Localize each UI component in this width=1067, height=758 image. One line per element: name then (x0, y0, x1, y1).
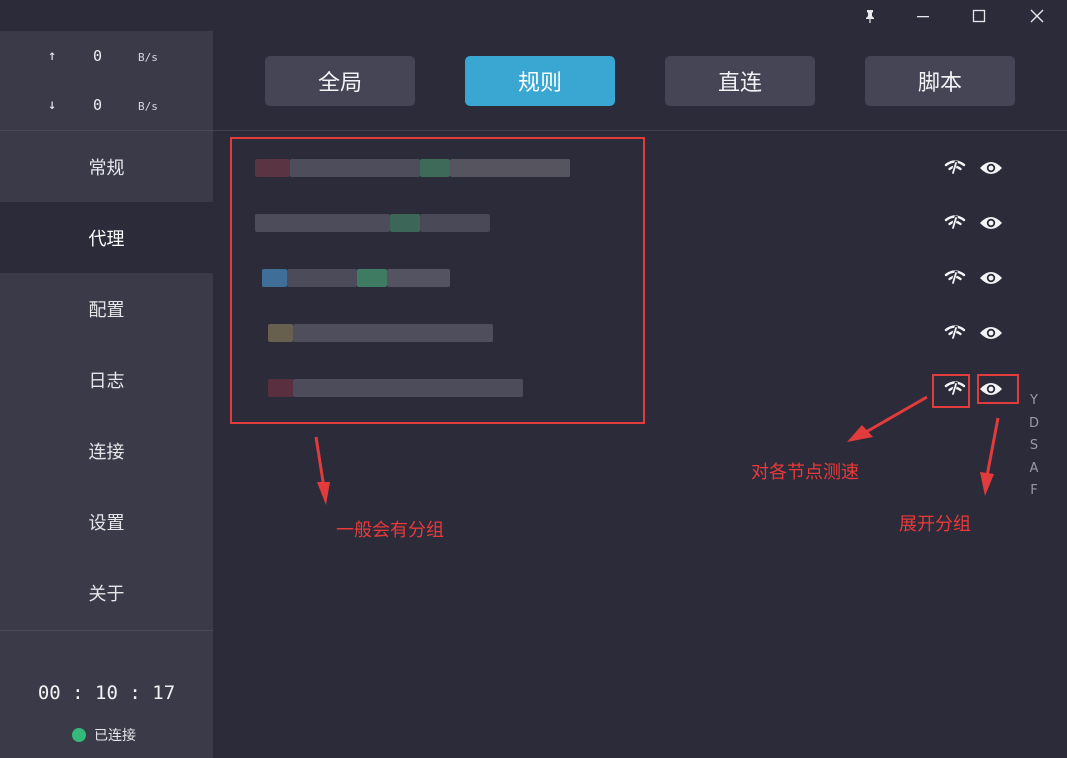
sidebar-item-settings[interactable]: 设置 (0, 486, 213, 557)
sidebar: ↑ 0 B/s ↓ 0 B/s 常规 代理 配置 日志 连接 设置 关于 00 … (0, 31, 213, 758)
sidebar-divider (0, 630, 213, 631)
connection-status-label: 已连接 (94, 728, 136, 744)
annotation-arrow (980, 472, 994, 496)
speedtest-icon[interactable] (940, 208, 970, 238)
group-actions (940, 318, 1010, 348)
mode-global-button[interactable]: 全局 (265, 56, 415, 106)
status-dot-icon (72, 728, 86, 742)
annotation-arrow (985, 417, 1000, 477)
mode-rule-button[interactable]: 规则 (465, 56, 615, 106)
speedtest-annotation: 对各节点测速 (751, 462, 859, 483)
annotation-arrow (865, 395, 928, 434)
eye-icon[interactable] (976, 318, 1006, 348)
sidebar-item-connections[interactable]: 连接 (0, 415, 213, 486)
upload-speed: ↑ 0 B/s (0, 42, 213, 72)
connection-timer: 00 : 10 : 17 (37, 682, 176, 704)
download-arrow-icon: ↓ (48, 97, 57, 113)
group-actions (940, 208, 1010, 238)
annotation-arrow (314, 436, 326, 489)
upload-arrow-icon: ↑ (48, 48, 57, 64)
speedtest-icon[interactable] (940, 318, 970, 348)
group-actions (940, 153, 1010, 183)
speedtest-icon[interactable] (940, 153, 970, 183)
annotation-arrow (847, 425, 873, 442)
pin-icon[interactable] (852, 0, 888, 31)
index-letter[interactable]: S (1024, 435, 1044, 458)
sidebar-item-logs[interactable]: 日志 (0, 344, 213, 415)
sidebar-item-about[interactable]: 关于 (0, 557, 213, 628)
upload-unit: B/s (138, 51, 158, 64)
speedtest-icon[interactable] (940, 263, 970, 293)
close-icon[interactable] (1019, 0, 1055, 31)
sidebar-item-proxy[interactable]: 代理 (0, 202, 213, 273)
eye-icon[interactable] (976, 153, 1006, 183)
annotation-arrow (317, 482, 330, 505)
expand-annotation: 展开分组 (899, 514, 971, 535)
index-letter[interactable]: A (1024, 458, 1044, 481)
download-value: 0 (93, 96, 103, 114)
group-actions (940, 263, 1010, 293)
main-divider (213, 130, 1067, 131)
download-unit: B/s (138, 100, 158, 113)
sidebar-item-general[interactable]: 常规 (0, 131, 213, 202)
speedtest-highlight-box (932, 374, 970, 408)
maximize-icon[interactable] (961, 0, 997, 31)
connection-status: 已连接 (72, 725, 136, 745)
index-letter[interactable]: Y (1024, 390, 1044, 413)
minimize-icon[interactable] (905, 0, 941, 31)
index-letter[interactable]: F (1024, 480, 1044, 503)
title-bar (0, 0, 1067, 31)
sidebar-item-profiles[interactable]: 配置 (0, 273, 213, 344)
eye-icon[interactable] (976, 208, 1006, 238)
eye-icon[interactable] (976, 263, 1006, 293)
index-letter[interactable]: D (1024, 413, 1044, 436)
expand-highlight-box (977, 374, 1019, 404)
groups-highlight-box (230, 137, 645, 424)
upload-value: 0 (93, 47, 103, 65)
download-speed: ↓ 0 B/s (0, 91, 213, 121)
groups-annotation: 一般会有分组 (336, 520, 444, 541)
alphabet-index: Y D S A F (1024, 390, 1044, 503)
mode-script-button[interactable]: 脚本 (865, 56, 1015, 106)
mode-direct-button[interactable]: 直连 (665, 56, 815, 106)
